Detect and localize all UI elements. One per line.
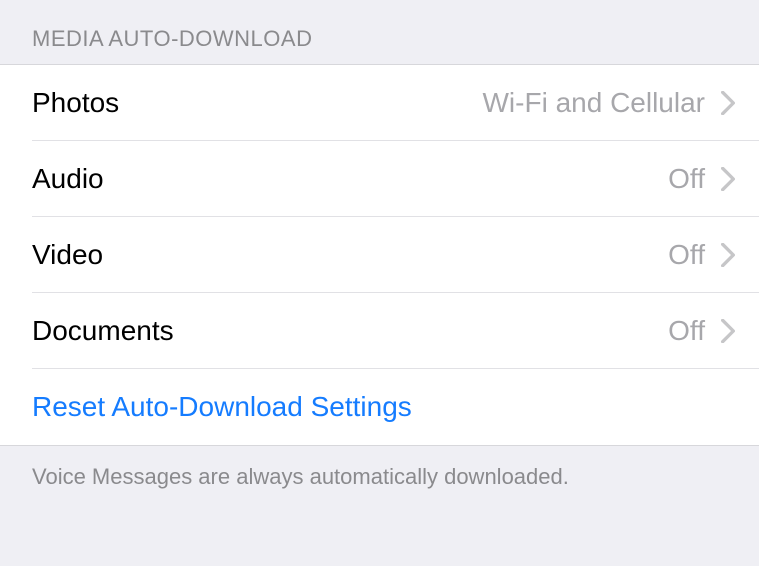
settings-list: Photos Wi-Fi and Cellular Audio Off Vide… — [0, 64, 759, 446]
reset-auto-download-button[interactable]: Reset Auto-Download Settings — [0, 369, 759, 445]
item-value: Off — [668, 315, 705, 347]
chevron-right-icon — [721, 167, 735, 191]
reset-label: Reset Auto-Download Settings — [32, 391, 412, 423]
list-item-documents[interactable]: Documents Off — [0, 293, 759, 369]
item-value: Off — [668, 163, 705, 195]
item-label: Audio — [32, 163, 668, 195]
list-item-audio[interactable]: Audio Off — [0, 141, 759, 217]
item-label: Video — [32, 239, 668, 271]
section-footer: Voice Messages are always automatically … — [0, 446, 759, 508]
item-label: Documents — [32, 315, 668, 347]
item-label: Photos — [32, 87, 483, 119]
chevron-right-icon — [721, 91, 735, 115]
section-header: MEDIA AUTO-DOWNLOAD — [0, 0, 759, 64]
list-item-video[interactable]: Video Off — [0, 217, 759, 293]
chevron-right-icon — [721, 243, 735, 267]
item-value: Off — [668, 239, 705, 271]
list-item-photos[interactable]: Photos Wi-Fi and Cellular — [0, 65, 759, 141]
item-value: Wi-Fi and Cellular — [483, 87, 706, 119]
chevron-right-icon — [721, 319, 735, 343]
